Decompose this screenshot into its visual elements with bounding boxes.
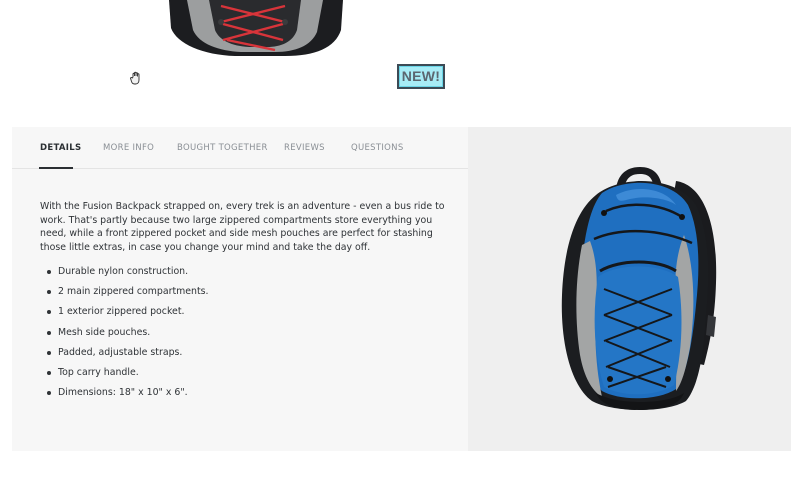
active-tab-indicator bbox=[39, 167, 73, 169]
list-item: 1 exterior zippered pocket. bbox=[40, 305, 460, 325]
hand-cursor-icon bbox=[130, 71, 143, 85]
tab-details[interactable]: DETAILS bbox=[40, 143, 81, 153]
product-section: DETAILS MORE INFO BOUGHT TOGETHER REVIEW… bbox=[12, 127, 791, 451]
product-description: With the Fusion Backpack strapped on, ev… bbox=[40, 201, 445, 253]
product-image[interactable] bbox=[536, 165, 732, 413]
list-item: Top carry handle. bbox=[40, 366, 460, 386]
list-item: 2 main zippered compartments. bbox=[40, 285, 460, 305]
list-item: Mesh side pouches. bbox=[40, 326, 460, 346]
tab-reviews[interactable]: REVIEWS bbox=[284, 143, 325, 153]
product-tabs: DETAILS MORE INFO BOUGHT TOGETHER REVIEW… bbox=[12, 127, 468, 169]
new-badge: NEW! bbox=[397, 64, 445, 89]
product-image-panel bbox=[468, 127, 791, 451]
list-item: Padded, adjustable straps. bbox=[40, 346, 460, 366]
list-item: Dimensions: 18" x 10" x 6". bbox=[40, 386, 460, 406]
list-item: Durable nylon construction. bbox=[40, 265, 460, 285]
product-details-panel: DETAILS MORE INFO BOUGHT TOGETHER REVIEW… bbox=[12, 127, 468, 451]
tab-questions[interactable]: QUESTIONS bbox=[351, 143, 404, 153]
tab-bought-together[interactable]: BOUGHT TOGETHER bbox=[177, 143, 268, 153]
top-product-image bbox=[165, 0, 347, 58]
tab-more-info[interactable]: MORE INFO bbox=[103, 143, 154, 153]
feature-list: Durable nylon construction. 2 main zippe… bbox=[40, 265, 460, 406]
